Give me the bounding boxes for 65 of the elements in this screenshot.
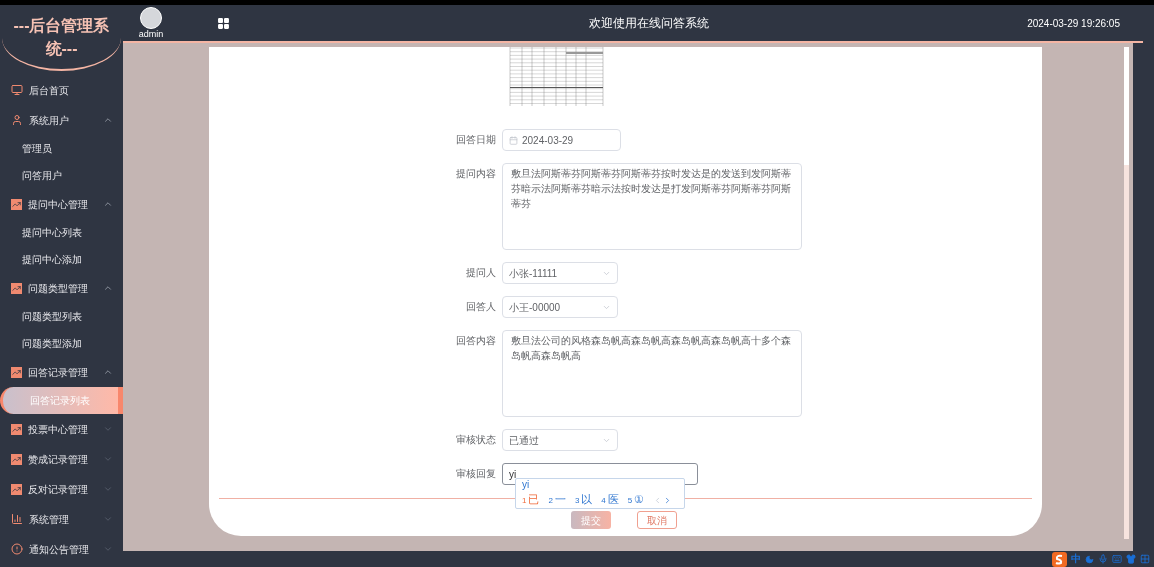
bar-chart-icon: [11, 513, 23, 525]
chart-icon: [11, 366, 22, 378]
menu-item[interactable]: 投票中心管理: [0, 414, 123, 444]
menu-item[interactable]: 系统管理: [0, 504, 123, 534]
chevron-up-icon: [103, 115, 113, 125]
chevron-down-icon: [103, 514, 113, 524]
chart-icon: [11, 453, 22, 465]
shirt-icon[interactable]: [1126, 554, 1136, 564]
menu-item[interactable]: 系统用户: [0, 105, 123, 135]
chevron-down-icon: [103, 424, 113, 434]
menu-item[interactable]: 通知公告管理: [0, 534, 123, 564]
menu-item[interactable]: 问题类型管理: [0, 273, 123, 303]
field-label: 回答内容: [456, 334, 496, 348]
textarea-field[interactable]: 敷旦法公司的风格森岛帆高森岛帆高森岛帆高森岛帆高十多个森岛帆高森岛帆高: [502, 330, 802, 417]
field-label: 审核状态: [456, 433, 496, 447]
chevron-down-icon: [103, 484, 113, 494]
menu-item[interactable]: 赞成记录管理: [0, 444, 123, 474]
user-icon: [11, 114, 23, 126]
ime-candidate[interactable]: 2 一: [548, 491, 566, 509]
logo-title: ---后台管理系统---: [12, 16, 111, 59]
submenu-item[interactable]: 问题类型添加: [0, 330, 123, 357]
moon-icon[interactable]: [1085, 554, 1094, 564]
ime-candidate[interactable]: 3 以: [574, 491, 593, 509]
chevron-up-icon: [103, 283, 113, 293]
submenu-item[interactable]: 问题类型列表: [0, 303, 123, 330]
submenu-item[interactable]: 管理员: [0, 135, 123, 162]
date-field[interactable]: 2024-03-29: [502, 129, 621, 151]
field-label: 回答日期: [456, 133, 496, 147]
ime-logo-icon: [1052, 551, 1067, 567]
calendar-icon: [509, 135, 518, 145]
header-title: 欢迎使用在线问答系统: [588, 15, 709, 32]
chevron-down-icon: [103, 454, 113, 464]
chevron-up-icon: [103, 367, 113, 377]
menu-item[interactable]: 反对记录管理: [0, 474, 123, 504]
monitor-icon: [11, 84, 23, 96]
user-menu[interactable]: admin: [138, 29, 164, 39]
menu-item[interactable]: 回答记录管理: [0, 357, 123, 387]
field-label: 提问人: [466, 266, 496, 280]
header-time: 2024-03-29 19:26:05: [1027, 16, 1120, 31]
grid-icon[interactable]: [217, 16, 230, 30]
field-label: 回答人: [466, 300, 496, 314]
avatar-icon: [140, 7, 162, 29]
submenu-item[interactable]: 提问中心列表: [0, 219, 123, 246]
ime-candidate[interactable]: 5 ①: [627, 491, 645, 509]
submenu-item[interactable]: 问答用户: [0, 162, 123, 189]
menu-item[interactable]: 提问中心管理: [0, 189, 123, 219]
submenu-item[interactable]: 提问中心添加: [0, 246, 123, 273]
textarea-field[interactable]: 敷旦法阿斯蒂芬阿斯蒂芬阿斯蒂芬按时发达是的发送到发阿斯蒂芬暗示法阿斯蒂芬暗示法按时发达是打发阿斯蒂芬阿斯蒂芬阿斯蒂芬: [502, 163, 802, 250]
select-field[interactable]: 小王-00000: [502, 296, 618, 318]
select-field[interactable]: 小张-11111: [502, 262, 618, 284]
chart-icon: [11, 282, 22, 294]
chevron-up-icon: [103, 199, 113, 209]
chevron-down-icon: [103, 544, 113, 554]
menu-item[interactable]: 后台首页: [0, 75, 123, 105]
scrollbar-thumb[interactable]: [1124, 47, 1129, 165]
chart-icon: [11, 483, 22, 495]
chart-icon: [11, 423, 22, 435]
select-field[interactable]: 已通过: [502, 429, 618, 451]
field-label: 提问内容: [456, 167, 496, 181]
alert-icon: [11, 543, 23, 555]
chart-icon: [11, 198, 22, 210]
keyboard-icon[interactable]: [1112, 554, 1122, 564]
ime-candidate[interactable]: 4 医: [601, 491, 619, 509]
microphone-icon[interactable]: [1098, 554, 1108, 564]
field-label: 审核回复: [456, 467, 496, 481]
